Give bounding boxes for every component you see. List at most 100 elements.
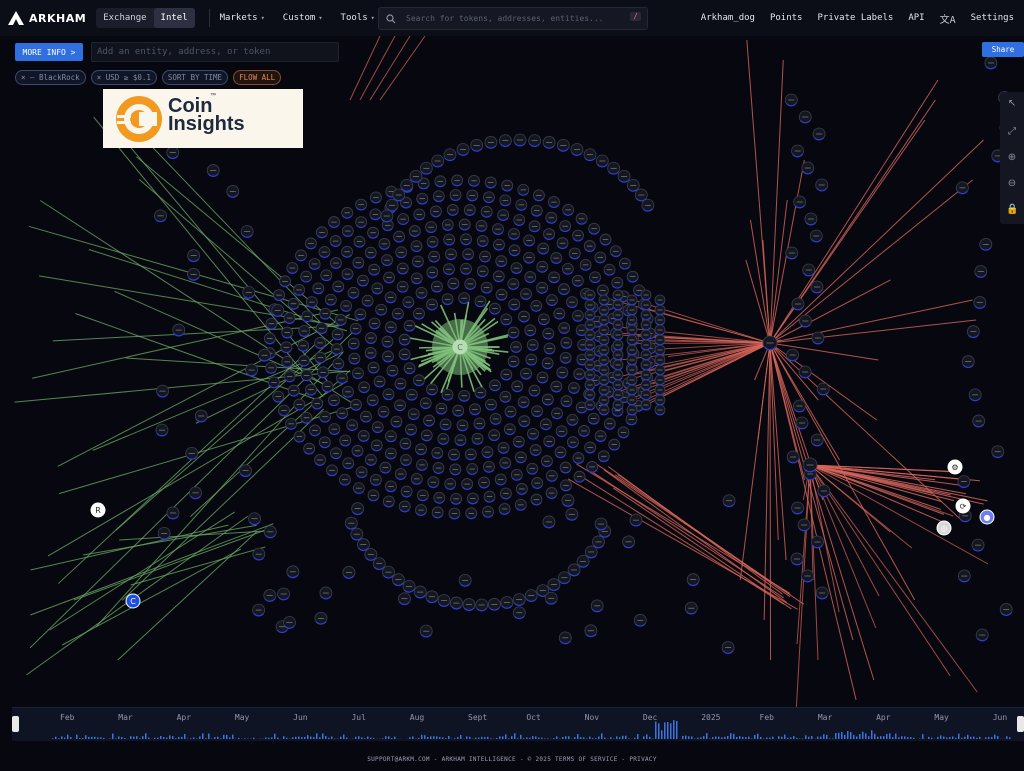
mode-exchange[interactable]: Exchange (96, 8, 153, 28)
activity-bar (175, 738, 177, 739)
timeline-start-handle[interactable] (12, 716, 19, 732)
activity-bar (253, 737, 255, 739)
brand[interactable]: ARKHAM (8, 11, 86, 25)
nav-api[interactable]: API (908, 13, 924, 23)
activity-bar (82, 738, 84, 739)
activity-bar (157, 737, 159, 739)
search-shortcut: / (630, 12, 641, 21)
activity-bar (460, 734, 462, 739)
activity-bar (535, 736, 537, 739)
activity-bar (103, 737, 105, 739)
activity-bar (301, 737, 303, 739)
activity-bar (343, 734, 345, 739)
activity-bar (568, 736, 570, 739)
top-navbar: ARKHAM Exchange Intel Markets ▾ Custom ▾ T… (0, 0, 1024, 36)
filter-usd-min[interactable]: × USD ≥ $0.1 (90, 70, 157, 85)
activity-bar (649, 736, 651, 739)
activity-bar (364, 738, 366, 739)
activity-bar (886, 733, 888, 739)
fit-screen-icon[interactable]: ⤢ (1006, 126, 1018, 138)
activity-bar (481, 736, 483, 739)
activity-bar (178, 736, 180, 739)
nav-settings[interactable]: Settings (971, 13, 1014, 23)
right-nav: Arkham_dog Points Private Labels API 文A … (686, 0, 1014, 36)
user-menu[interactable]: Arkham_dog (701, 13, 755, 23)
activity-bar (808, 736, 810, 739)
timeline-month: Jun (293, 713, 308, 722)
activity-bar (304, 736, 306, 739)
activity-bar (439, 736, 441, 739)
menu-custom[interactable]: Custom ▾ (283, 13, 323, 23)
activity-bar (346, 737, 348, 739)
activity-bar (298, 736, 300, 739)
filter-entity-blackrock[interactable]: × — BlackRock (15, 70, 86, 85)
activity-bar (121, 737, 123, 739)
activity-bar (976, 737, 978, 739)
activity-bar (340, 736, 342, 739)
activity-bar (52, 738, 54, 739)
graph-edge (769, 342, 962, 521)
activity-bar (487, 736, 489, 739)
zoom-out-icon[interactable]: ⊖ (1006, 178, 1018, 190)
activity-bar (598, 736, 600, 739)
activity-bar (67, 734, 69, 739)
coinbase-icon[interactable]: C (125, 593, 141, 609)
more-info-button[interactable]: MORE INFO > (15, 43, 83, 61)
activity-bar (955, 737, 957, 739)
activity-bar (769, 737, 771, 739)
entity-logo-icon[interactable]: ⚙ (947, 459, 963, 475)
nav-points[interactable]: Points (770, 13, 803, 23)
activity-bar (541, 737, 543, 739)
activity-bar (583, 737, 585, 739)
graph-edge (652, 342, 771, 385)
activity-bar (760, 736, 762, 739)
share-label: Share (991, 45, 1015, 54)
add-entity-input[interactable] (91, 42, 339, 62)
timeline-scrubber[interactable]: Feb Mar Apr May Jun Jul Aug Sept Oct Nov Dec 2025 Fe… (12, 707, 1024, 741)
mode-intel[interactable]: Intel (153, 8, 195, 28)
activity-bar (880, 736, 882, 739)
wallet-logo-icon[interactable]: ◎ (936, 520, 952, 536)
cursor-icon[interactable]: ↖ (1006, 98, 1018, 110)
search-input[interactable] (404, 13, 618, 24)
activity-bar (733, 733, 735, 739)
flow-all-button[interactable]: FLOW ALL (233, 70, 282, 85)
svg-text:⟳: ⟳ (960, 502, 967, 511)
activity-bar (757, 733, 759, 739)
menu-markets[interactable]: Markets ▾ (220, 13, 265, 23)
global-search[interactable]: / (378, 7, 648, 30)
activity-bar (850, 732, 852, 739)
lock-icon[interactable]: 🔒 (1006, 204, 1018, 216)
activity-bar (556, 736, 558, 739)
activity-bar (118, 736, 120, 739)
activity-bar (520, 734, 522, 739)
ripple-icon[interactable]: R (90, 502, 106, 518)
activity-bar (367, 736, 369, 739)
translate-icon[interactable]: 文A (940, 11, 956, 26)
exchange-logo-icon[interactable]: ⟳ (955, 498, 971, 514)
activity-bar (784, 734, 786, 739)
activity-bar (562, 737, 564, 739)
timeline-month: Feb (759, 713, 774, 722)
nav-private-labels[interactable]: Private Labels (817, 13, 893, 23)
activity-bar (292, 737, 294, 739)
activity-bar (145, 733, 147, 739)
sort-by-time-button[interactable]: SORT BY TIME (161, 70, 229, 85)
footer-links[interactable]: SUPPORT@ARKM.COM - ARKHAM INTELLIGENCE -… (0, 756, 1024, 763)
activity-bar (991, 737, 993, 739)
activity-bar (580, 737, 582, 739)
graph-edge (576, 472, 785, 605)
timeline-end-handle[interactable] (1017, 716, 1024, 732)
share-button[interactable]: Share (982, 42, 1024, 57)
activity-bar (511, 736, 513, 739)
token-logo-icon[interactable]: ● (979, 509, 995, 525)
graph-edge (58, 339, 321, 584)
activity-bar (637, 734, 639, 739)
activity-bar (232, 734, 234, 739)
zoom-in-icon[interactable]: ⊕ (1006, 152, 1018, 164)
menu-tools[interactable]: Tools ▾ (341, 13, 375, 23)
brand-name: ARKHAM (29, 11, 87, 25)
activity-bar (538, 737, 540, 739)
activity-bar (385, 736, 387, 739)
activity-bar (646, 734, 648, 739)
